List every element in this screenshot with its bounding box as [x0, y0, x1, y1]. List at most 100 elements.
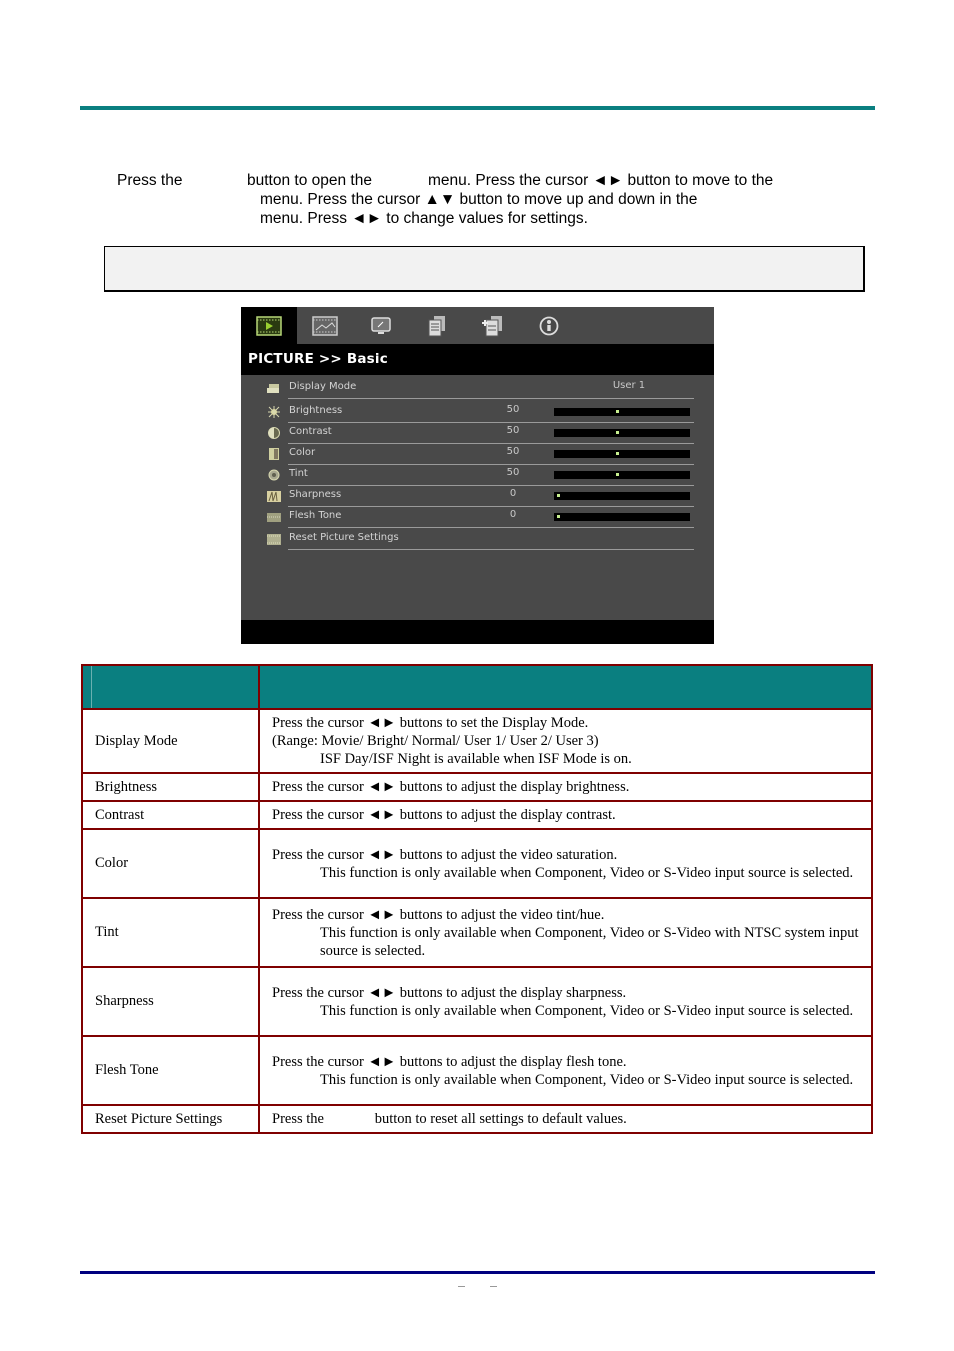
intro-line3: menu. Press ◄► to change values for sett… [260, 210, 588, 227]
tint-icon [268, 469, 280, 481]
table-row: Contrast Press the cursor ◄► buttons to a… [81, 800, 873, 830]
osd-item-label: Brightness [289, 405, 343, 416]
osd-menu-item[interactable]: Sharpness 0 [241, 486, 714, 507]
table-cell-description: Press the cursor ◄► buttons to set the D… [258, 708, 873, 774]
osd-item-label: Color [289, 447, 316, 458]
osd-item-value: 50 [506, 446, 520, 457]
table-cell-description: Press the button to reset all settings t… [258, 1104, 873, 1134]
table-cell-description: Press the cursor ◄► buttons to adjust th… [258, 800, 873, 830]
table-cell-item-name: Reset Picture Settings [81, 1104, 260, 1134]
osd-slider-track[interactable] [554, 408, 690, 416]
table-row: Reset Picture Settings Press the button t… [81, 1104, 873, 1134]
intro-line1-a: Press the [117, 172, 183, 189]
osd-item-label: Display Mode [289, 381, 357, 392]
osd-item-label: Reset Picture Settings [289, 532, 399, 543]
table-cell-description: Press the cursor ◄► buttons to adjust th… [258, 772, 873, 802]
description-line: Press the cursor ◄► buttons to adjust th… [272, 906, 605, 923]
table-cell-item-name: Color [81, 828, 260, 899]
osd-menu-screenshot: PICTURE >> Basic Display Mode User 1 Brigh… [241, 307, 714, 644]
osd-item-value: 0 [509, 488, 517, 499]
osd-row-divider [288, 398, 694, 399]
description-note: This function is only available when Com… [320, 1071, 854, 1088]
display-icon [371, 316, 391, 334]
osd-slider-thumb[interactable] [557, 494, 560, 497]
osd-title-bar: PICTURE >> Basic [241, 344, 714, 375]
osd-item-label: Contrast [289, 426, 332, 437]
table-row: Sharpness Press the cursor ◄► buttons to … [81, 966, 873, 1037]
intro-line1-c: menu. Press the cursor ◄► button to move… [428, 172, 774, 189]
osd-slider-track[interactable] [554, 513, 690, 521]
osd-menu-item[interactable]: Brightness 50 [241, 402, 714, 423]
osd-slider-track[interactable] [554, 471, 690, 479]
osd-item-label: Sharpness [289, 489, 342, 500]
picture-icon [256, 315, 282, 336]
description-note: This function is only available when Com… [320, 1002, 854, 1019]
info-icon [539, 316, 559, 335]
osd-item-value: 50 [506, 425, 520, 436]
osd-menu-item[interactable]: Tint 50 [241, 465, 714, 486]
flesh-tone-icon [267, 513, 281, 522]
computer-picture-icon [312, 315, 338, 336]
osd-slider-thumb[interactable] [557, 515, 560, 518]
osd-row-divider [288, 527, 694, 528]
osd-tab-setup-basic[interactable] [409, 307, 465, 344]
table-row: Flesh Tone Press the cursor ◄► buttons to… [81, 1035, 873, 1106]
table-row: Color Press the cursor ◄► buttons to adju… [81, 828, 873, 899]
description-line: Press the cursor ◄► buttons to adjust th… [272, 984, 627, 1001]
brightness-icon [268, 406, 280, 418]
osd-tab-display[interactable] [353, 307, 409, 344]
display-mode-icon [267, 384, 279, 393]
osd-tab-computer[interactable] [297, 307, 353, 344]
description-note: This function is only available when Com… [320, 924, 859, 959]
footer-rule [80, 1271, 875, 1274]
header-rule [80, 106, 875, 110]
table-cell-description: Press the cursor ◄► buttons to adjust th… [258, 828, 873, 899]
table-cell-description: Press the cursor ◄► buttons to adjust th… [258, 1035, 873, 1106]
table-cell-item-name: Tint [81, 897, 260, 968]
osd-menu-item[interactable]: Contrast 50 [241, 423, 714, 444]
color-icon [269, 448, 279, 460]
setup-advanced-icon [482, 315, 502, 336]
intro-line1-b: button to open the [247, 172, 372, 189]
osd-tab-info[interactable] [521, 307, 577, 344]
description-line: Press the button to reset all settings t… [272, 1111, 627, 1127]
reset-icon [267, 534, 281, 545]
osd-slider-track[interactable] [554, 492, 690, 500]
osd-item-label: Tint [289, 468, 308, 479]
osd-slider-thumb[interactable] [616, 410, 619, 413]
table-row: Tint Press the cursor ◄► buttons to adjus… [81, 897, 873, 968]
osd-item-value: 0 [509, 509, 517, 520]
description-note: This function is only available when Com… [320, 864, 854, 881]
osd-title: PICTURE >> Basic [248, 351, 388, 367]
osd-tab-picture[interactable] [241, 307, 297, 344]
osd-menu-item[interactable]: Flesh Tone 0 [241, 507, 714, 528]
page-number-dash-left [458, 1286, 465, 1287]
osd-slider-track[interactable] [554, 450, 690, 458]
table-cell-description: Press the cursor ◄► buttons to adjust th… [258, 897, 873, 968]
description-line: Press the cursor ◄► buttons to set the D… [272, 715, 589, 731]
osd-slider-thumb[interactable] [616, 473, 619, 476]
description-line: Press the cursor ◄► buttons to adjust th… [272, 779, 630, 795]
table-cell-item-name: Brightness [81, 772, 260, 802]
note-box [104, 246, 865, 292]
osd-slider-thumb[interactable] [616, 452, 619, 455]
table-cell-item-name: Flesh Tone [81, 1035, 260, 1106]
table-cell-item-name: Display Mode [81, 708, 260, 774]
osd-item-label: Flesh Tone [289, 510, 342, 521]
setup-basic-icon [428, 315, 445, 336]
osd-menu-item[interactable]: Color 50 [241, 444, 714, 465]
osd-slider-thumb[interactable] [616, 431, 619, 434]
osd-item-value: User 1 [612, 380, 646, 391]
description-line: Press the cursor ◄► buttons to adjust th… [272, 807, 616, 823]
sharpness-icon [267, 491, 281, 502]
osd-menu-item[interactable]: Reset Picture Settings [241, 529, 714, 550]
osd-slider-track[interactable] [554, 429, 690, 437]
table-row: Display Mode Press the cursor ◄► buttons … [81, 708, 873, 774]
osd-menu-item[interactable]: Display Mode User 1 [241, 378, 714, 399]
osd-tab-setup-advanced[interactable] [465, 307, 521, 344]
description-line: Press the cursor ◄► buttons to adjust th… [272, 1053, 627, 1070]
osd-item-value: 50 [506, 404, 520, 415]
intro-line2: menu. Press the cursor ▲▼ button to move… [260, 191, 698, 208]
osd-tab-bar [241, 307, 714, 344]
table-header-row [81, 664, 873, 710]
